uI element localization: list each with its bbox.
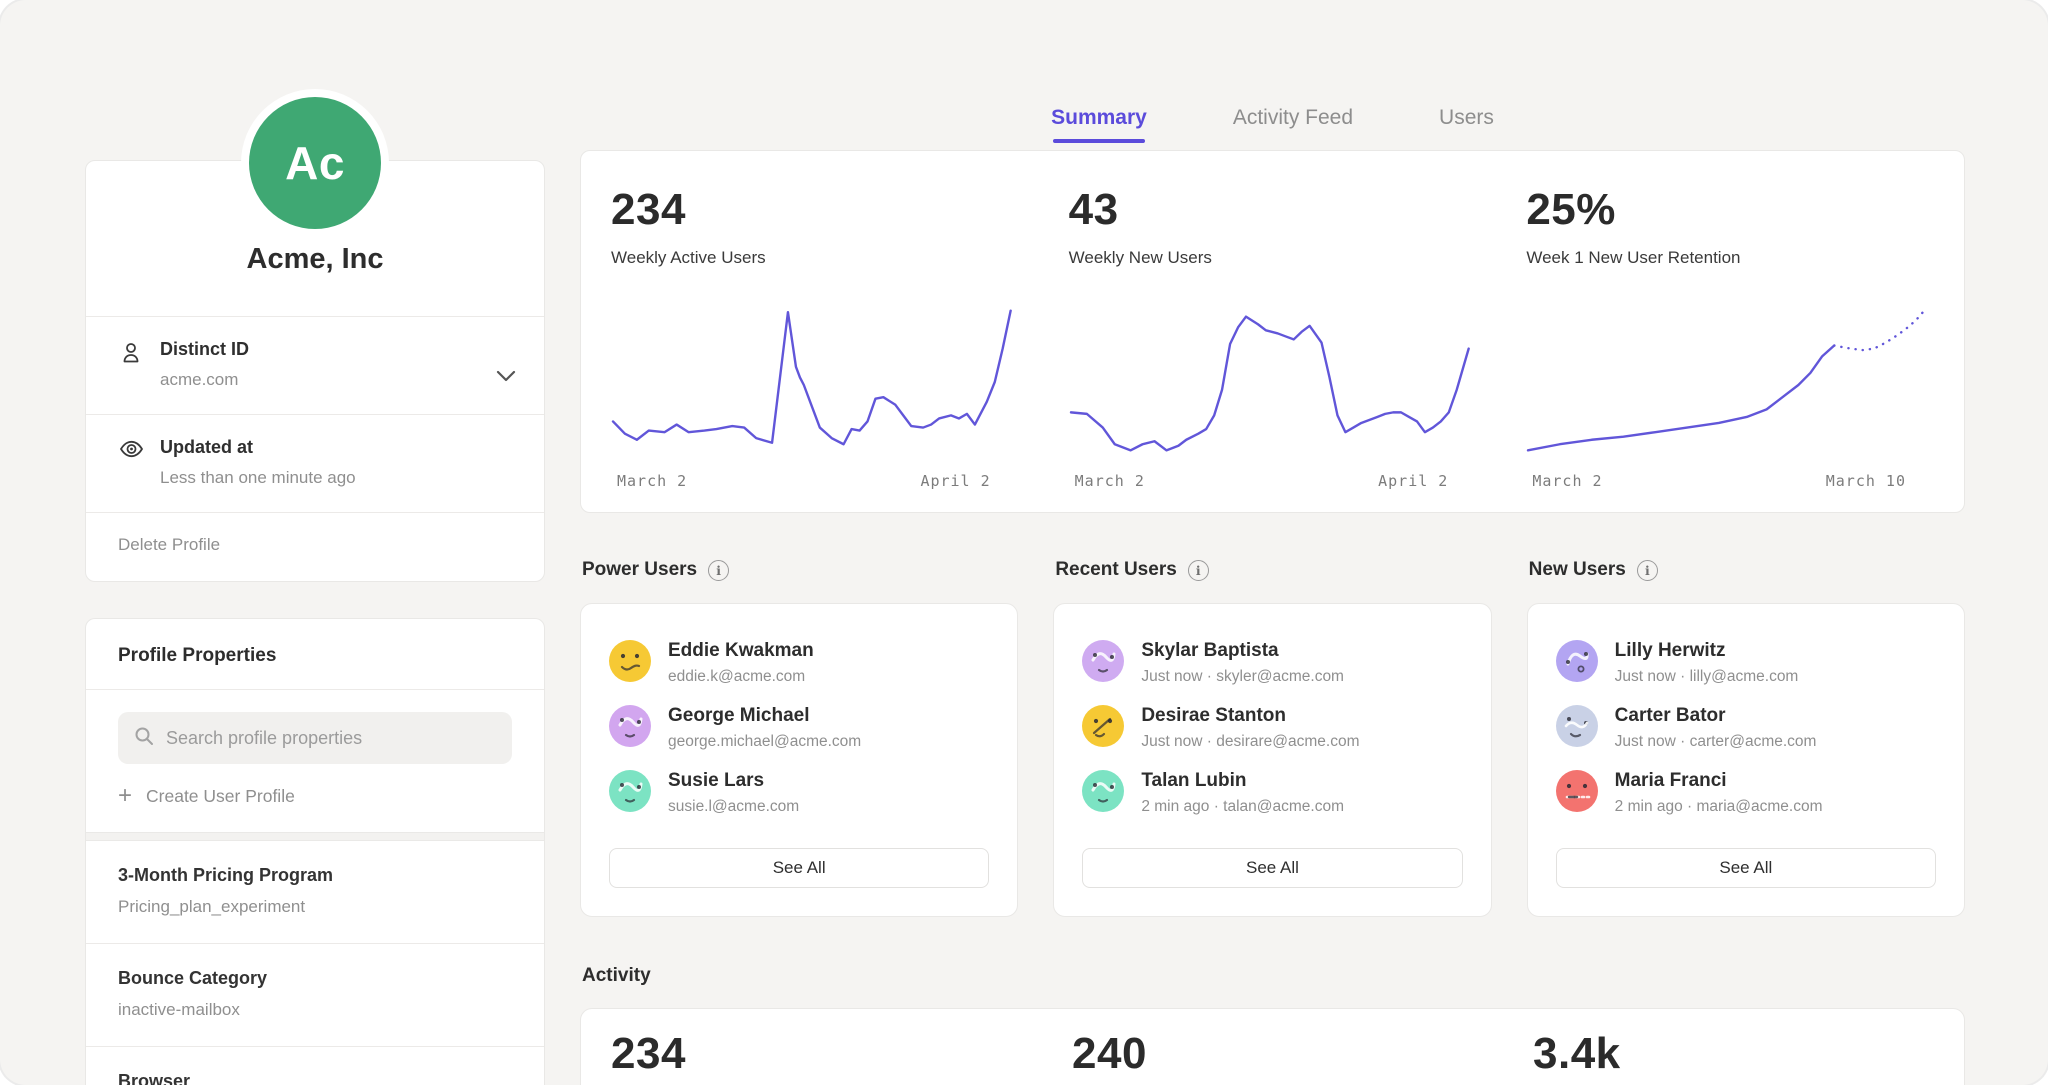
stat-value: 234 [611,185,1013,235]
summary-charts-card: 234 Weekly Active Users March 2 April 2 … [580,150,1965,513]
user-avatar [1082,640,1124,682]
weekly-new-users-column: 43 Weekly New Users March 2 April 2 [1039,185,1497,490]
chevron-down-icon[interactable] [496,369,516,387]
property-label: Browser [118,1071,512,1085]
tab-summary[interactable]: Summary [1051,106,1147,143]
user-avatar [1082,705,1124,747]
create-user-profile-button[interactable]: + Create User Profile [118,784,512,808]
property-row-browser[interactable]: Browser Chrome [86,1047,544,1085]
property-label: Bounce Category [118,968,512,989]
user-list-item[interactable]: Desirae Stanton Just now · desirare@acme… [1082,696,1462,761]
profile-sidebar: Ac Acme, Inc Distinct ID acme.com [85,0,545,1085]
activity-section-title: Activity [580,965,1965,987]
recent-users-card: Skylar Baptista Just now · skyler@acme.c… [1053,603,1491,917]
company-avatar: Ac [241,89,389,237]
power-users-title: Power Users [582,559,697,581]
see-all-button[interactable]: See All [1556,848,1936,888]
new-users-title: New Users [1529,559,1626,581]
tab-users[interactable]: Users [1439,106,1494,143]
info-icon[interactable]: i [1637,560,1658,581]
user-list-item[interactable]: Lilly Herwitz Just now · lilly@acme.com [1556,631,1936,696]
property-row-bounce-category[interactable]: Bounce Category inactive-mailbox [86,944,544,1047]
user-avatar [1082,770,1124,812]
person-icon [118,339,144,390]
property-value: inactive-mailbox [118,1000,512,1020]
app-window: Ac Acme, Inc Distinct ID acme.com [0,0,2048,1085]
info-icon[interactable]: i [708,560,729,581]
user-list-item[interactable]: Skylar Baptista Just now · skyler@acme.c… [1082,631,1462,696]
stat-value: 25% [1526,185,1928,235]
info-icon[interactable]: i [1188,560,1209,581]
activity-stat: 240 [1042,1029,1503,1085]
see-all-button[interactable]: See All [609,848,989,888]
activity-card: 234 240 3.4k [580,1008,1965,1085]
power-users-card: Eddie Kwakman eddie.k@acme.com George Mi… [580,603,1018,917]
distinct-id-label: Distinct ID [160,339,249,360]
user-list-item[interactable]: George Michael george.michael@acme.com [609,696,989,761]
axis-tick: March 2 [617,472,687,490]
search-input[interactable] [166,728,496,749]
tab-activity-feed[interactable]: Activity Feed [1233,106,1353,143]
stat-label: Weekly Active Users [611,248,1013,268]
distinct-id-row: Distinct ID acme.com [86,316,544,414]
user-list-item[interactable]: Talan Lubin 2 min ago · talan@acme.com [1082,761,1462,826]
axis-tick: April 2 [920,472,990,490]
retention-sparkline [1526,302,1928,462]
plus-icon: + [118,784,132,808]
user-avatar [609,705,651,747]
stat-value: 43 [1069,185,1471,235]
section-divider [86,832,544,841]
axis-tick: March 2 [1532,472,1602,490]
property-row-pricing-program[interactable]: 3-Month Pricing Program Pricing_plan_exp… [86,841,544,944]
activity-stat: 234 [581,1029,1042,1085]
updated-at-row: Updated at Less than one minute ago [86,414,544,512]
stat-label: Weekly New Users [1069,248,1471,268]
user-list-item[interactable]: Eddie Kwakman eddie.k@acme.com [609,631,989,696]
distinct-id-value: acme.com [160,370,249,390]
search-icon [134,726,154,751]
user-avatar [1556,770,1598,812]
activity-stat: 3.4k [1503,1029,1964,1085]
weekly-active-users-sparkline [611,302,1013,462]
profile-properties-card: Profile Properties + Create User Profile… [85,618,545,1085]
company-avatar-initials: Ac [249,97,381,229]
profile-summary-card: Ac Acme, Inc Distinct ID acme.com [85,160,545,582]
create-user-profile-label: Create User Profile [146,786,295,807]
property-value: Pricing_plan_experiment [118,897,512,917]
eye-icon [118,437,144,488]
weekly-new-users-sparkline [1069,302,1471,462]
stat-label: Week 1 New User Retention [1526,248,1928,268]
user-avatar [609,770,651,812]
updated-at-label: Updated at [160,437,356,458]
recent-users-title: Recent Users [1055,559,1176,581]
active-tab-underline [1053,139,1145,143]
new-users-card: Lilly Herwitz Just now · lilly@acme.com … [1527,603,1965,917]
axis-tick: March 10 [1826,472,1906,490]
user-cards-row: Power Users i Eddie Kwakman eddie.k@acme… [580,559,1965,917]
delete-profile-button[interactable]: Delete Profile [86,512,544,581]
profile-properties-title: Profile Properties [86,619,544,689]
retention-column: 25% Week 1 New User Retention March 2 Ma… [1496,185,1954,490]
user-avatar [1556,640,1598,682]
main-content: Summary Activity Feed Users 234 Weekly A… [580,0,1965,1085]
profile-properties-search[interactable] [118,712,512,764]
user-avatar [1556,705,1598,747]
axis-tick: March 2 [1075,472,1145,490]
divider [86,689,544,690]
user-avatar [609,640,651,682]
updated-at-value: Less than one minute ago [160,468,356,488]
weekly-active-users-column: 234 Weekly Active Users March 2 April 2 [581,185,1039,490]
see-all-button[interactable]: See All [1082,848,1462,888]
user-list-item[interactable]: Susie Lars susie.l@acme.com [609,761,989,826]
user-list-item[interactable]: Maria Franci 2 min ago · maria@acme.com [1556,761,1936,826]
tab-bar: Summary Activity Feed Users [580,106,1965,143]
property-label: 3-Month Pricing Program [118,865,512,886]
axis-tick: April 2 [1378,472,1448,490]
user-list-item[interactable]: Carter Bator Just now · carter@acme.com [1556,696,1936,761]
